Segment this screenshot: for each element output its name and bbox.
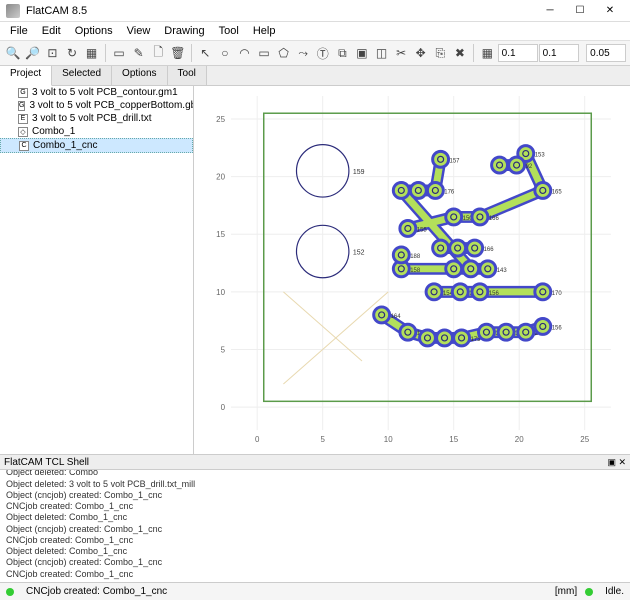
tree-item[interactable]: G3 volt to 5 volt PCB_copperBottom.gbl (0, 99, 193, 112)
zoom-fit-icon[interactable]: ⊡ (43, 43, 62, 63)
svg-text:0: 0 (221, 403, 226, 412)
new-geo-icon[interactable]: ▭ (110, 43, 129, 63)
shell-toggle-icon[interactable]: ▣ ✕ (607, 457, 626, 468)
intersect-icon[interactable]: ◫ (372, 43, 391, 63)
cut-icon[interactable]: ✂ (392, 43, 411, 63)
menubar: File Edit Options View Drawing Tool Help (0, 22, 630, 40)
sidebar-tabs: Project Selected Options Tool (0, 66, 630, 86)
plot-canvas[interactable]: 0510152025051015202514417217615515016611… (194, 86, 630, 454)
grid-y-input[interactable] (539, 44, 579, 62)
select-icon[interactable]: ↖ (196, 43, 215, 63)
svg-text:15: 15 (216, 230, 225, 239)
status-idle-icon (585, 588, 593, 596)
redraw-icon[interactable]: ↻ (63, 43, 82, 63)
svg-text:170: 170 (552, 291, 563, 297)
app-icon (6, 4, 20, 18)
svg-text:5: 5 (221, 345, 226, 354)
svg-text:157: 157 (450, 158, 461, 164)
polygon-icon[interactable]: ⬠ (274, 43, 293, 63)
svg-text:155: 155 (417, 227, 428, 233)
circle-icon[interactable]: ○ (216, 43, 235, 63)
svg-text:20: 20 (216, 173, 225, 182)
svg-text:156: 156 (552, 325, 563, 331)
svg-text:143: 143 (497, 268, 508, 274)
status-units: [mm] (555, 586, 577, 597)
project-tree[interactable]: G3 volt to 5 volt PCB_contour.gm1 G3 vol… (0, 86, 194, 454)
svg-text:166: 166 (484, 247, 495, 253)
grid-x-input[interactable] (498, 44, 538, 62)
svg-text:188: 188 (410, 254, 421, 260)
menu-file[interactable]: File (4, 24, 34, 38)
svg-text:15: 15 (449, 435, 458, 444)
tree-item[interactable]: ◇Combo_1 (0, 125, 193, 138)
delete-icon[interactable]: 🗑 (169, 43, 188, 63)
grid-icon[interactable]: ▦ (478, 43, 497, 63)
menu-options[interactable]: Options (69, 24, 119, 38)
svg-text:0: 0 (255, 435, 260, 444)
close-button[interactable]: ✕ (596, 2, 624, 20)
zoom-out-icon[interactable]: 🔎 (24, 43, 43, 63)
subtract-icon[interactable]: ▣ (353, 43, 372, 63)
copy-icon[interactable]: ⎘ (431, 43, 450, 63)
clear-icon[interactable]: ▦ (82, 43, 101, 63)
svg-text:159: 159 (353, 169, 365, 176)
edit-geo-icon[interactable]: ✎ (129, 43, 148, 63)
main-area: G3 volt to 5 volt PCB_contour.gm1 G3 vol… (0, 86, 630, 454)
snap-input[interactable] (586, 44, 626, 62)
svg-text:10: 10 (216, 288, 225, 297)
shell-title: FlatCAM TCL Shell (4, 457, 89, 468)
menu-help[interactable]: Help (247, 24, 282, 38)
geometry-icon: ◇ (18, 127, 28, 137)
gerber-icon: G (18, 101, 25, 111)
excellon-icon: E (18, 114, 28, 124)
tab-options[interactable]: Options (112, 66, 167, 85)
menu-view[interactable]: View (121, 24, 157, 38)
svg-text:152: 152 (353, 249, 365, 256)
union-icon[interactable]: ⧉ (333, 43, 352, 63)
svg-text:164: 164 (391, 314, 402, 320)
menu-drawing[interactable]: Drawing (158, 24, 210, 38)
svg-text:166: 166 (489, 216, 500, 222)
tree-item-selected[interactable]: CCombo_1_cnc (0, 138, 193, 153)
status-message: CNCjob created: Combo_1_cnc (26, 586, 167, 597)
tab-selected[interactable]: Selected (52, 66, 112, 85)
menu-tool[interactable]: Tool (213, 24, 245, 38)
svg-text:165: 165 (552, 189, 563, 195)
window-title: FlatCAM 8.5 (26, 5, 536, 17)
svg-text:92: 92 (526, 164, 533, 170)
move-icon[interactable]: ✥ (411, 43, 430, 63)
svg-text:10: 10 (384, 435, 393, 444)
minimize-button[interactable]: ─ (536, 2, 564, 20)
svg-text:156: 156 (489, 291, 500, 297)
svg-text:25: 25 (580, 435, 589, 444)
text-icon[interactable]: Ⓣ (314, 43, 333, 63)
toolbar: 🔍 🔎 ⊡ ↻ ▦ ▭ ✎ 🗋 🗑 ↖ ○ ◠ ▭ ⬠ ⤳ Ⓣ ⧉ ▣ ◫ ✂ … (0, 40, 630, 66)
tab-project[interactable]: Project (0, 66, 52, 86)
tree-item[interactable]: E3 volt to 5 volt PCB_drill.txt (0, 112, 193, 125)
zoom-in-icon[interactable]: 🔍 (4, 43, 23, 63)
delete2-icon[interactable]: ✖ (451, 43, 470, 63)
svg-text:20: 20 (515, 435, 524, 444)
svg-text:176: 176 (444, 189, 455, 195)
statusbar: CNCjob created: Combo_1_cnc [mm] Idle. (0, 582, 630, 600)
arc-icon[interactable]: ◠ (235, 43, 254, 63)
maximize-button[interactable]: ☐ (566, 2, 594, 20)
status-ok-icon (6, 588, 14, 596)
menu-edit[interactable]: Edit (36, 24, 67, 38)
shell-header: FlatCAM TCL Shell ▣ ✕ (0, 454, 630, 470)
svg-text:5: 5 (320, 435, 325, 444)
save-geo-icon[interactable]: 🗋 (149, 43, 168, 63)
tree-item[interactable]: G3 volt to 5 volt PCB_contour.gm1 (0, 86, 193, 99)
rect-icon[interactable]: ▭ (255, 43, 274, 63)
path-icon[interactable]: ⤳ (294, 43, 313, 63)
gerber-icon: G (18, 88, 28, 98)
tcl-shell[interactable]: Object (geometry) created: Combo_1Object… (0, 470, 630, 582)
titlebar: FlatCAM 8.5 ─ ☐ ✕ (0, 0, 630, 22)
svg-text:25: 25 (216, 115, 225, 124)
svg-text:153: 153 (535, 153, 546, 159)
status-state: Idle. (605, 586, 624, 597)
tab-tool[interactable]: Tool (168, 66, 207, 85)
svg-text:158: 158 (410, 268, 421, 274)
cncjob-icon: C (19, 141, 29, 151)
